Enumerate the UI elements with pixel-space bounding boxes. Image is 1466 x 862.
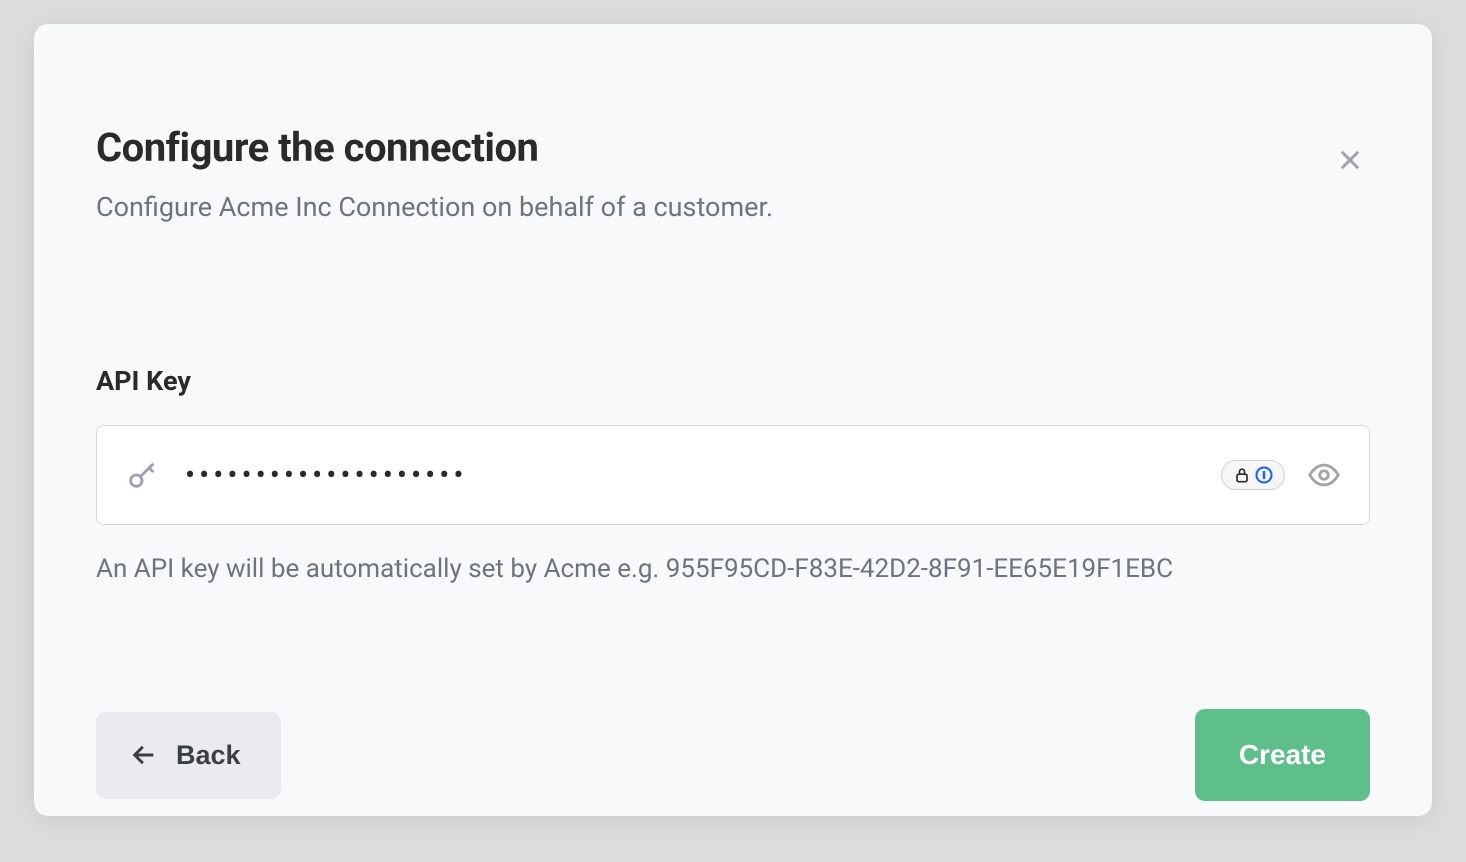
api-key-input-wrap (96, 425, 1370, 525)
eye-icon (1307, 458, 1341, 492)
modal-subtitle: Configure Acme Inc Connection on behalf … (96, 191, 1370, 223)
api-key-helper: An API key will be automatically set by … (96, 551, 1370, 587)
create-button[interactable]: Create (1195, 709, 1370, 801)
back-button[interactable]: Back (96, 712, 281, 799)
toggle-visibility-button[interactable] (1307, 458, 1341, 492)
api-key-label: API Key (96, 365, 1370, 397)
api-key-section: API Key (96, 365, 1370, 587)
api-key-input[interactable] (185, 458, 1221, 493)
password-manager-badge[interactable] (1221, 460, 1285, 490)
onepassword-icon (1254, 465, 1274, 485)
modal-footer: Back Create (96, 709, 1370, 801)
back-button-label: Back (176, 740, 241, 771)
close-icon (1336, 146, 1364, 174)
key-icon (125, 458, 159, 492)
modal-title: Configure the connection (96, 124, 1370, 171)
close-button[interactable] (1330, 140, 1370, 180)
lock-icon (1232, 465, 1252, 485)
configure-connection-modal: Configure the connection Configure Acme … (34, 24, 1432, 816)
arrow-left-icon (130, 741, 158, 769)
modal-header: Configure the connection Configure Acme … (96, 124, 1370, 223)
